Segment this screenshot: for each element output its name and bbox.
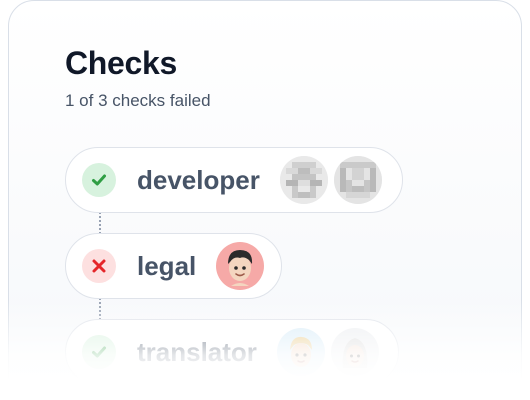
check-item-translator[interactable]: translator (65, 319, 399, 385)
reviewer-avatars (276, 328, 385, 376)
status-passed-badge (82, 163, 116, 197)
memoji-avatar-icon[interactable] (276, 328, 325, 376)
memoji-avatar-icon[interactable] (330, 328, 379, 376)
page-title: Checks (65, 45, 178, 81)
pixelated-avatar-icon[interactable] (333, 156, 382, 204)
status-passed-badge (82, 335, 116, 369)
check-item-legal[interactable]: legal (65, 233, 282, 299)
reviewer-avatars (279, 156, 388, 204)
check-icon (92, 174, 106, 186)
status-failed-badge (82, 249, 116, 283)
connector-line (99, 298, 101, 320)
checks-summary: 1 of 3 checks failed (65, 91, 211, 110)
check-label: developer (137, 164, 260, 195)
check-label: translator (137, 336, 257, 367)
connector-line (99, 212, 101, 234)
check-label: legal (137, 250, 197, 281)
reviewer-avatars (216, 242, 270, 290)
pixelated-avatar-icon[interactable] (279, 156, 328, 204)
x-icon (92, 259, 106, 273)
memoji-avatar-icon[interactable] (216, 242, 265, 290)
check-item-developer[interactable]: developer (65, 147, 403, 213)
check-icon (92, 346, 106, 358)
